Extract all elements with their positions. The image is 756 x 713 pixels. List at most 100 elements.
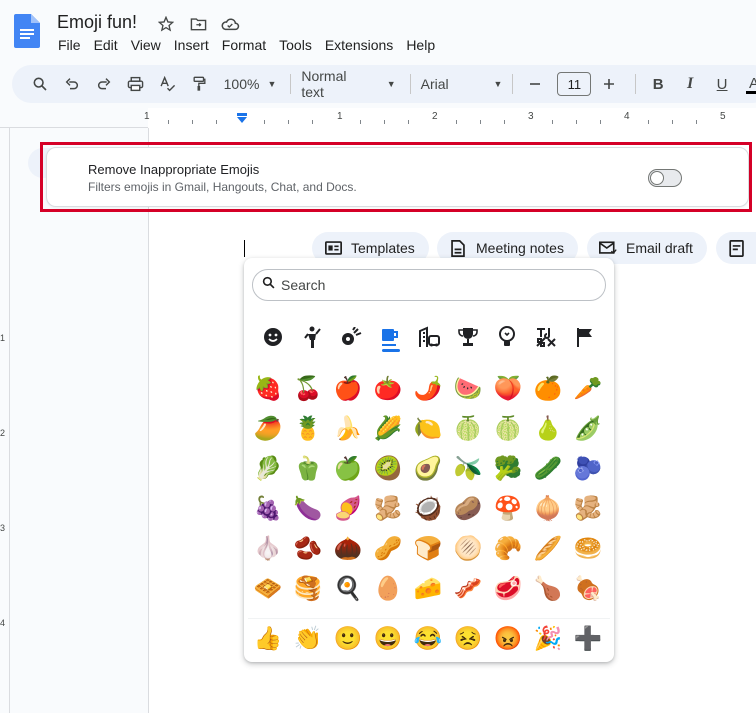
symbols-category-icon[interactable] <box>526 320 565 354</box>
emoji-option[interactable]: 🍄 <box>488 488 528 528</box>
emoji-option[interactable]: 🥭 <box>248 408 288 448</box>
emoji-option[interactable]: 🫛 <box>568 408 608 448</box>
emoji-option[interactable]: 🍞 <box>408 528 448 568</box>
menu-format[interactable]: Format <box>222 37 266 53</box>
travel-category-icon[interactable] <box>410 320 449 354</box>
recent-emoji-option[interactable]: 🙂 <box>328 619 368 658</box>
bold-button[interactable]: B <box>644 70 672 98</box>
emoji-option[interactable]: 🍊 <box>528 368 568 408</box>
menu-extensions[interactable]: Extensions <box>325 37 393 53</box>
emoji-option[interactable]: 🍍 <box>288 408 328 448</box>
cloud-saved-icon[interactable] <box>219 13 241 35</box>
emoji-option[interactable]: 🥝 <box>368 448 408 488</box>
recent-emoji-option[interactable]: 🎉 <box>528 619 568 658</box>
menu-edit[interactable]: Edit <box>94 37 118 53</box>
nature-category-icon[interactable] <box>332 320 371 354</box>
emoji-option[interactable]: 🍖 <box>568 568 608 608</box>
emoji-option[interactable]: 🥓 <box>448 568 488 608</box>
text-color-button[interactable]: A <box>740 70 756 98</box>
menu-view[interactable]: View <box>131 37 161 53</box>
emoji-option[interactable]: 🌰 <box>328 528 368 568</box>
emoji-option[interactable]: 🍒 <box>288 368 328 408</box>
emoji-option[interactable]: 🥯 <box>568 528 608 568</box>
emoji-option[interactable]: 🥦 <box>488 448 528 488</box>
emoji-option[interactable]: 🫚 <box>568 488 608 528</box>
emoji-option[interactable]: 🥞 <box>288 568 328 608</box>
emoji-option[interactable]: 🍳 <box>328 568 368 608</box>
emoji-search-input[interactable] <box>281 277 581 293</box>
search-menus-icon[interactable] <box>26 70 54 98</box>
emoji-option[interactable]: 🧅 <box>528 488 568 528</box>
emoji-option[interactable]: 🥥 <box>408 488 448 528</box>
emoji-option[interactable]: 🥩 <box>488 568 528 608</box>
emoji-option[interactable]: 🫘 <box>288 528 328 568</box>
activities-category-icon[interactable] <box>448 320 487 354</box>
recent-emoji-option[interactable]: 😂 <box>408 619 448 658</box>
emoji-option[interactable]: 🍐 <box>528 408 568 448</box>
people-category-icon[interactable] <box>293 320 332 354</box>
emoji-option[interactable]: 🫐 <box>568 448 608 488</box>
paint-format-icon[interactable] <box>186 70 214 98</box>
font-dropdown[interactable]: Arial ▼ <box>421 76 503 92</box>
emoji-option[interactable]: 🥖 <box>528 528 568 568</box>
smileys-category-icon[interactable] <box>254 320 293 354</box>
spellcheck-icon[interactable] <box>154 70 182 98</box>
emoji-option[interactable]: 🌶️ <box>408 368 448 408</box>
emoji-option[interactable]: 🥚 <box>368 568 408 608</box>
emoji-option[interactable]: 🫓 <box>448 528 488 568</box>
emoji-option[interactable]: 🍉 <box>448 368 488 408</box>
recent-emoji-option[interactable]: 👍 <box>248 619 288 658</box>
recent-emoji-option[interactable]: 👏 <box>288 619 328 658</box>
emoji-search-box[interactable] <box>252 269 606 301</box>
emoji-option[interactable]: 🥜 <box>368 528 408 568</box>
recent-emoji-option[interactable]: ➕ <box>568 619 608 658</box>
underline-button[interactable]: U <box>708 70 736 98</box>
paragraph-style-dropdown[interactable]: Normal text ▼ <box>301 68 395 100</box>
undo-icon[interactable] <box>58 70 86 98</box>
print-icon[interactable] <box>122 70 150 98</box>
food-category-icon[interactable] <box>371 320 410 354</box>
recent-emoji-option[interactable]: 😣 <box>448 619 488 658</box>
emoji-option[interactable]: 🍎 <box>328 368 368 408</box>
emoji-option[interactable]: 🫚 <box>368 488 408 528</box>
emoji-option[interactable]: 🥕 <box>568 368 608 408</box>
vertical-ruler[interactable]: 1 2 3 4 <box>0 128 10 713</box>
flags-category-icon[interactable] <box>565 320 604 354</box>
document-title[interactable]: Emoji fun! <box>57 12 137 33</box>
emoji-option[interactable]: 🍓 <box>248 368 288 408</box>
emoji-option[interactable]: 🧀 <box>408 568 448 608</box>
horizontal-ruler[interactable]: 1 1 2 3 4 5 <box>0 108 756 128</box>
emoji-option[interactable]: 🥐 <box>488 528 528 568</box>
emoji-option[interactable]: 🍑 <box>488 368 528 408</box>
menu-tools[interactable]: Tools <box>279 37 312 53</box>
redo-icon[interactable] <box>90 70 118 98</box>
decrease-font-size-icon[interactable] <box>521 70 549 98</box>
emoji-option[interactable]: 🌽 <box>368 408 408 448</box>
emoji-option[interactable]: 🍇 <box>248 488 288 528</box>
emoji-option[interactable]: 🫑 <box>288 448 328 488</box>
emoji-option[interactable]: 🍆 <box>288 488 328 528</box>
emoji-option[interactable]: 🥑 <box>408 448 448 488</box>
emoji-option[interactable]: 🍏 <box>328 448 368 488</box>
emoji-option[interactable]: 🥬 <box>248 448 288 488</box>
zoom-dropdown[interactable]: 100% ▼ <box>224 76 277 92</box>
italic-button[interactable]: I <box>676 70 704 98</box>
menu-insert[interactable]: Insert <box>174 37 209 53</box>
indent-marker-icon[interactable] <box>236 113 248 123</box>
increase-font-size-icon[interactable] <box>595 70 623 98</box>
font-size-input[interactable]: 11 <box>557 72 592 96</box>
chip-more[interactable] <box>716 232 756 264</box>
emoji-option[interactable]: 🥔 <box>448 488 488 528</box>
recent-emoji-option[interactable]: 😡 <box>488 619 528 658</box>
emoji-option[interactable]: 🍌 <box>328 408 368 448</box>
docs-logo[interactable] <box>14 14 40 48</box>
extension-toggle[interactable] <box>648 169 682 187</box>
menu-file[interactable]: File <box>58 37 81 53</box>
menu-help[interactable]: Help <box>406 37 435 53</box>
emoji-option[interactable]: 🧇 <box>248 568 288 608</box>
emoji-option[interactable]: 🍗 <box>528 568 568 608</box>
emoji-option[interactable]: 🫒 <box>448 448 488 488</box>
objects-category-icon[interactable] <box>487 320 526 354</box>
star-icon[interactable] <box>155 13 177 35</box>
emoji-option[interactable]: 🧄 <box>248 528 288 568</box>
